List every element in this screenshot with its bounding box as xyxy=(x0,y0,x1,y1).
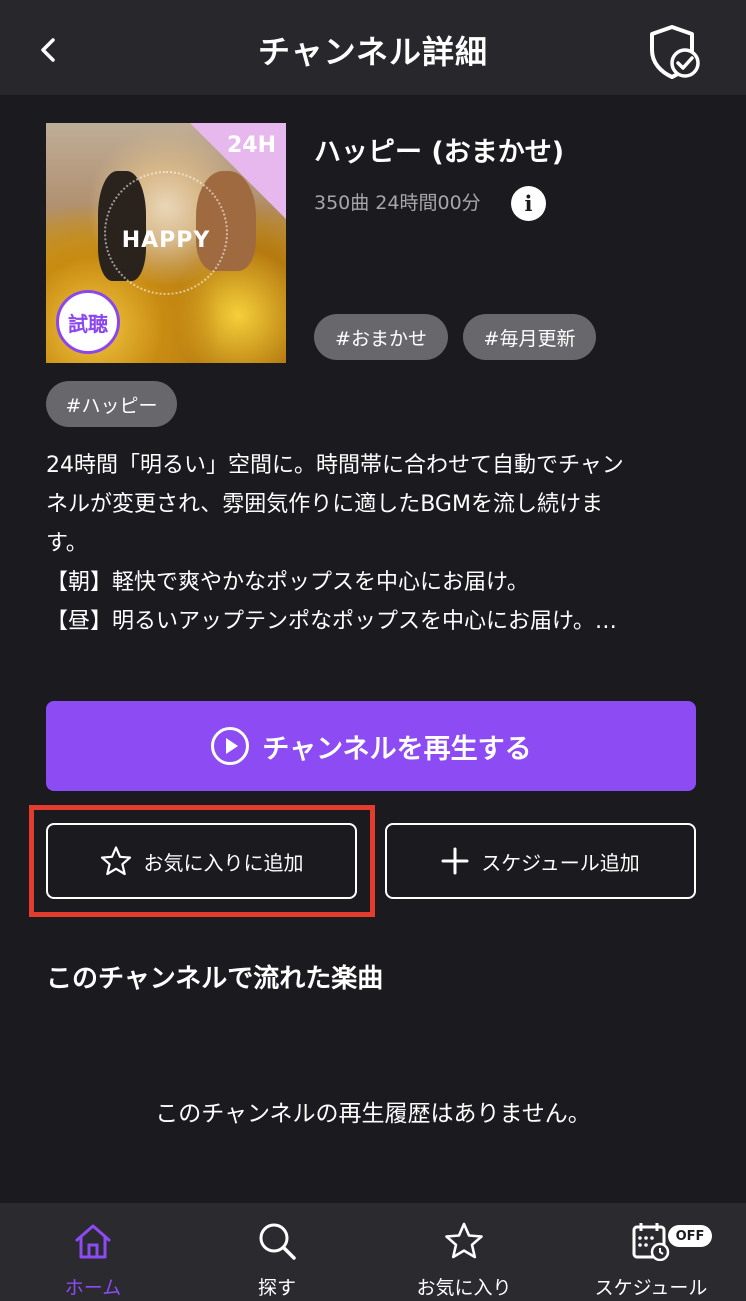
tag-happy[interactable]: #ハッピー xyxy=(46,381,177,427)
nav-schedule-label: スケジュール xyxy=(594,1277,708,1299)
add-schedule-button[interactable]: スケジュール追加 xyxy=(385,823,696,899)
star-icon xyxy=(100,846,131,876)
add-favorite-button[interactable]: お気に入りに追加 xyxy=(46,823,357,899)
description-line: 【昼】明るいアップテンポなポップスを中心にお届け。… xyxy=(46,609,617,634)
artwork-24h-label: 24H xyxy=(226,133,276,158)
home-icon xyxy=(75,1224,111,1259)
artwork-title: HAPPY xyxy=(121,228,211,253)
add-favorite-label: お気に入りに追加 xyxy=(143,850,304,875)
add-schedule-label: スケジュール追加 xyxy=(481,850,640,875)
channel-meta: 350曲 24時間00分 xyxy=(314,192,481,214)
play-channel-button[interactable]: チャンネルを再生する xyxy=(46,701,696,791)
trial-badge[interactable]: 試聴 xyxy=(56,290,120,354)
description-line: ネルが変更され、雰囲気作りに適したBGMを流し続けま xyxy=(46,492,603,517)
bottom-nav: ホーム 探す お気に入り OFF スケジュール xyxy=(0,1203,746,1301)
nav-home[interactable]: ホーム xyxy=(0,1203,186,1301)
play-circle-icon xyxy=(211,727,250,765)
description-line: 24時間「明るい」空間に。時間帯に合わせて自動でチャン xyxy=(46,453,624,478)
description-line: す。 xyxy=(46,531,88,556)
shield-button[interactable] xyxy=(644,22,704,82)
nav-home-label: ホーム xyxy=(64,1277,122,1299)
nav-search[interactable]: 探す xyxy=(184,1203,370,1301)
channel-artwork[interactable]: 24H HAPPY 試聴 xyxy=(46,123,286,363)
app-header: チャンネル詳細 xyxy=(0,0,746,95)
history-empty-message: このチャンネルの再生履歴はありません。 xyxy=(155,1101,591,1127)
schedule-off-badge: OFF xyxy=(668,1225,712,1247)
tag-omakase[interactable]: #おまかせ xyxy=(314,314,448,360)
nav-favorites-label: お気に入り xyxy=(416,1277,512,1299)
page-title: チャンネル詳細 xyxy=(257,33,489,71)
channel-name: ハッピー (おまかせ) xyxy=(314,137,565,168)
history-section-title: このチャンネルで流れた楽曲 xyxy=(46,964,384,994)
search-icon xyxy=(259,1223,296,1260)
shield-check-icon xyxy=(650,25,700,79)
play-channel-label: チャンネルを再生する xyxy=(262,733,532,765)
description-line: 【朝】軽快で爽やかなポップスを中心にお届け。 xyxy=(46,570,529,595)
nav-schedule[interactable]: OFF スケジュール xyxy=(558,1203,744,1301)
nav-favorites[interactable]: お気に入り xyxy=(371,1203,557,1301)
plus-icon xyxy=(441,847,469,875)
star-icon xyxy=(445,1222,483,1259)
info-button[interactable]: i xyxy=(511,186,546,221)
calendar-clock-icon xyxy=(632,1223,670,1261)
nav-search-label: 探す xyxy=(257,1277,296,1299)
info-icon: i xyxy=(524,191,533,216)
tag-monthly-update[interactable]: #毎月更新 xyxy=(463,314,596,360)
channel-description: 24時間「明るい」空間に。時間帯に合わせて自動でチャン ネルが変更され、雰囲気作… xyxy=(46,446,696,641)
